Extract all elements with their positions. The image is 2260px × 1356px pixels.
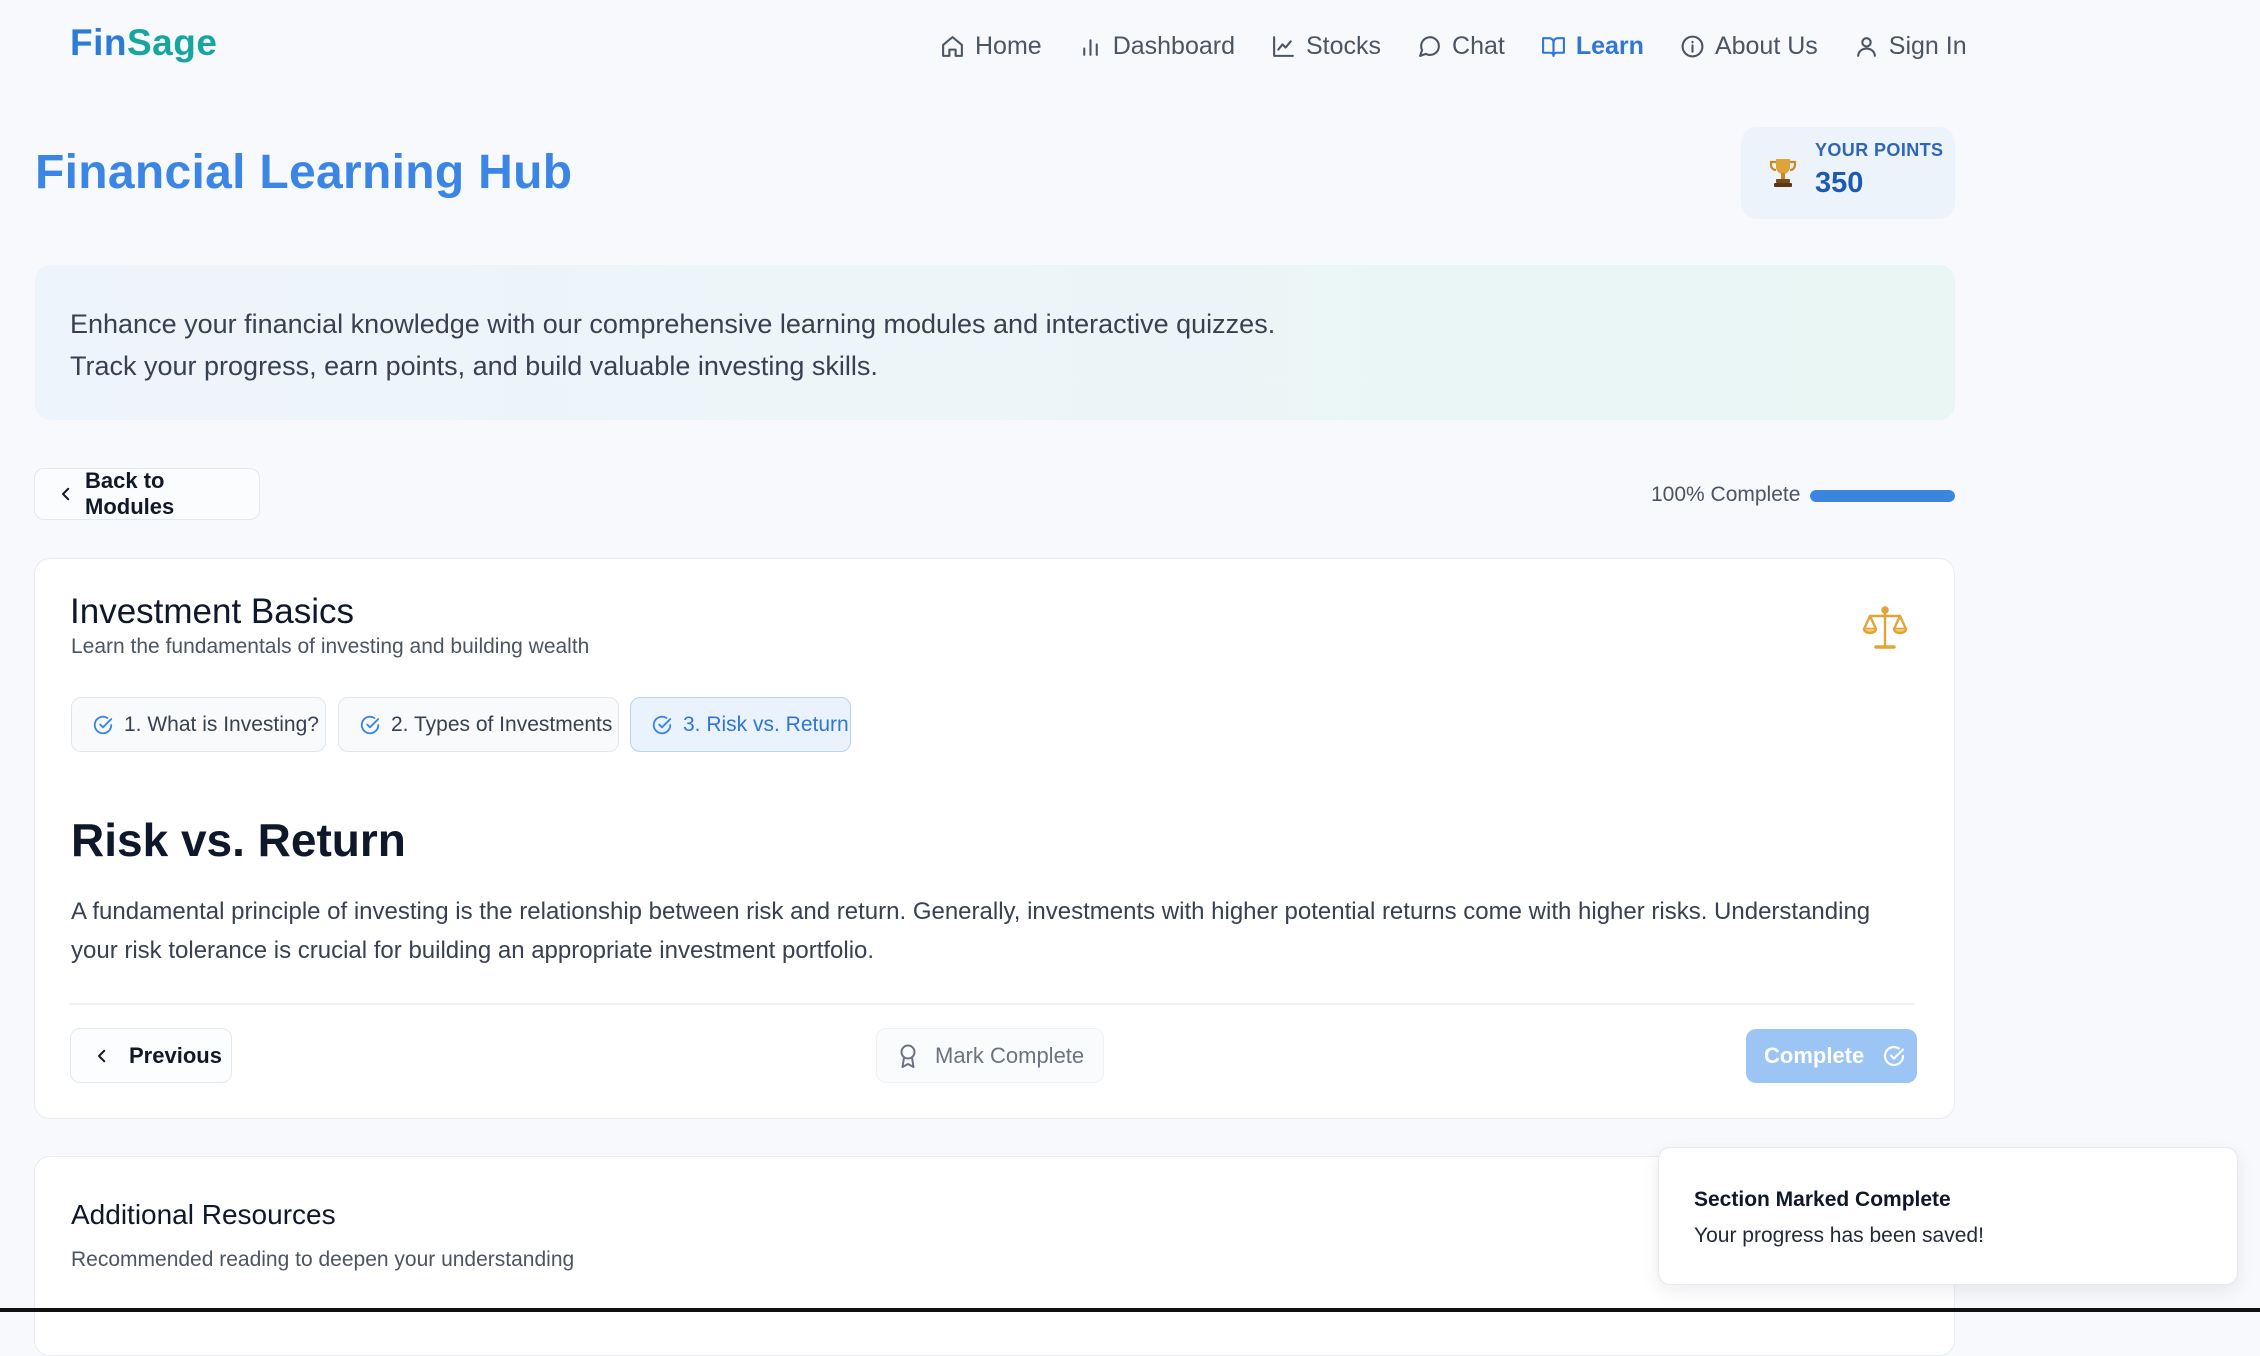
toast-title: Section Marked Complete bbox=[1694, 1188, 1951, 1211]
book-open-icon bbox=[1541, 34, 1566, 59]
nav-label-home: Home bbox=[975, 31, 1042, 60]
check-circle-icon bbox=[1882, 1044, 1906, 1068]
app-logo[interactable]: FinSage bbox=[70, 22, 217, 64]
mark-complete-label: Mark Complete bbox=[935, 1042, 1085, 1068]
points-card: YOUR POINTS 350 bbox=[1741, 127, 1955, 219]
section-tab-label: 1. What is Investing? bbox=[124, 712, 319, 736]
award-icon bbox=[897, 1043, 919, 1069]
line-chart-icon bbox=[1271, 34, 1296, 59]
nav-label-learn: Learn bbox=[1575, 31, 1644, 60]
nav-label-about: About Us bbox=[1714, 31, 1818, 60]
logo-text-sage: Sage bbox=[126, 22, 218, 63]
balance-scale-icon bbox=[1862, 605, 1908, 651]
back-to-modules-button[interactable]: Back to Modules bbox=[34, 468, 260, 520]
section-tab-3[interactable]: 3. Risk vs. Return bbox=[630, 697, 851, 752]
progress-bar-fill bbox=[1810, 490, 1955, 502]
check-circle-icon bbox=[92, 714, 114, 736]
bar-chart-icon bbox=[1078, 34, 1103, 59]
nav-item-learn[interactable]: Learn bbox=[1541, 32, 1644, 61]
nav-label-dashboard: Dashboard bbox=[1112, 31, 1235, 60]
home-icon bbox=[940, 34, 965, 59]
section-body: A fundamental principle of investing is … bbox=[71, 898, 1871, 964]
previous-button[interactable]: Previous bbox=[70, 1028, 232, 1083]
nav-label-chat: Chat bbox=[1452, 31, 1505, 60]
nav-item-about[interactable]: About Us bbox=[1680, 32, 1818, 61]
user-icon bbox=[1854, 34, 1879, 59]
resources-subtitle: Recommended reading to deepen your under… bbox=[71, 1248, 575, 1271]
divider bbox=[70, 1003, 1915, 1005]
nav-item-dashboard[interactable]: Dashboard bbox=[1078, 32, 1235, 61]
points-label: YOUR POINTS bbox=[1815, 140, 1944, 160]
progress-bar bbox=[1810, 490, 1955, 502]
check-circle-icon bbox=[651, 714, 673, 736]
nav-item-sign-in[interactable]: Sign In bbox=[1854, 32, 1967, 61]
toast-message: Your progress has been saved! bbox=[1694, 1224, 1984, 1247]
section-tab-1[interactable]: 1. What is Investing? bbox=[71, 697, 326, 752]
section-tab-label: 2. Types of Investments bbox=[391, 712, 613, 736]
module-title: Investment Basics bbox=[70, 592, 354, 631]
complete-label: Complete bbox=[1764, 1043, 1865, 1068]
module-subtitle: Learn the fundamentals of investing and … bbox=[71, 635, 590, 658]
previous-label: Previous bbox=[129, 1042, 222, 1068]
trophy-icon bbox=[1769, 157, 1797, 189]
check-circle-icon bbox=[359, 714, 381, 736]
main-nav: Home Dashboard Stocks Chat Learn About U… bbox=[940, 26, 2003, 66]
chevron-left-icon bbox=[93, 1047, 111, 1065]
complete-button[interactable]: Complete bbox=[1746, 1029, 1917, 1083]
nav-item-stocks[interactable]: Stocks bbox=[1271, 32, 1381, 61]
chevron-left-icon bbox=[57, 485, 75, 503]
page-title: Financial Learning Hub bbox=[35, 146, 573, 199]
toast-notification[interactable]: Section Marked Complete Your progress ha… bbox=[1658, 1147, 2238, 1285]
info-icon bbox=[1680, 34, 1705, 59]
intro-text: Enhance your financial knowledge with ou… bbox=[70, 309, 1276, 381]
nav-item-chat[interactable]: Chat bbox=[1417, 32, 1505, 61]
chat-bubble-icon bbox=[1417, 34, 1442, 59]
intro-banner: Enhance your financial knowledge with ou… bbox=[35, 265, 1955, 420]
window-bottom-edge bbox=[0, 1308, 2260, 1312]
nav-item-home[interactable]: Home bbox=[940, 32, 1042, 61]
logo-text-fin: Fin bbox=[70, 22, 127, 63]
back-to-modules-label: Back to Modules bbox=[85, 468, 175, 519]
progress-text: 100% Complete bbox=[1651, 483, 1801, 506]
section-tab-2[interactable]: 2. Types of Investments bbox=[338, 697, 619, 752]
points-value: 350 bbox=[1815, 167, 1864, 199]
nav-label-sign-in: Sign In bbox=[1888, 31, 1967, 60]
section-title: Risk vs. Return bbox=[71, 814, 406, 866]
resources-title: Additional Resources bbox=[71, 1199, 336, 1230]
nav-label-stocks: Stocks bbox=[1306, 31, 1382, 60]
section-tab-label: 3. Risk vs. Return bbox=[683, 712, 849, 736]
mark-complete-button[interactable]: Mark Complete bbox=[876, 1028, 1104, 1083]
